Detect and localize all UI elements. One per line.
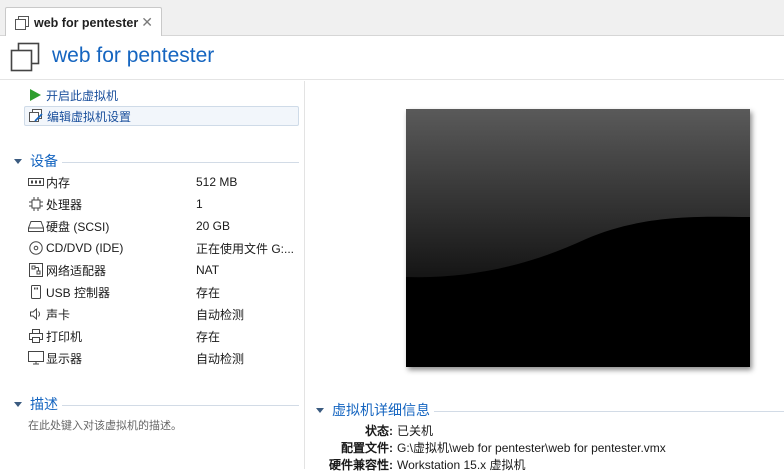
page-title: web for pentester: [52, 44, 215, 67]
device-name: USB 控制器: [46, 285, 111, 300]
detail-row-config-file: 配置文件: G:\虚拟机\web for pentester\web for p…: [306, 439, 784, 456]
device-name: 声卡: [46, 307, 71, 322]
section-divider: [62, 161, 299, 163]
vm-screen-thumbnail: [406, 109, 750, 367]
section-divider: [434, 410, 784, 412]
right-panel: 虚拟机详细信息 状态: 已关机 配置文件: G:\虚拟机\web for pen…: [306, 81, 784, 472]
tab-strip: web for pentester ✕: [0, 0, 784, 37]
power-on-label: 开启此虚拟机: [46, 88, 119, 103]
device-value: 存在: [196, 285, 221, 300]
device-value: 20 GB: [196, 219, 231, 233]
section-divider: [62, 404, 299, 406]
cd-dvd-icon: [28, 241, 44, 255]
display-icon: [28, 351, 44, 365]
tab-close-icon[interactable]: ✕: [141, 15, 153, 29]
device-row-sound-card[interactable]: 声卡 自动检测: [28, 303, 300, 325]
edit-vm-settings-link[interactable]: 编辑虚拟机设置: [24, 106, 299, 126]
device-value: 自动检测: [196, 351, 245, 366]
vm-large-icon: [10, 42, 40, 72]
printer-icon: [28, 329, 44, 343]
description-input[interactable]: 在此处键入对该虚拟机的描述。: [28, 417, 182, 433]
devices-section-title: 设备: [30, 153, 58, 169]
device-value: 512 MB: [196, 175, 238, 189]
detail-key: 配置文件:: [341, 441, 393, 455]
device-name: CD/DVD (IDE): [46, 241, 124, 255]
tab-web-for-pentester[interactable]: web for pentester ✕: [5, 7, 162, 37]
sound-icon: [28, 307, 44, 321]
play-icon: [30, 89, 41, 101]
detail-row-hardware-compat: 硬件兼容性: Workstation 15.x 虚拟机: [306, 456, 784, 473]
edit-settings-label: 编辑虚拟机设置: [47, 109, 132, 124]
edit-settings-icon: [29, 109, 43, 122]
vm-header: web for pentester: [0, 36, 784, 80]
usb-icon: [28, 285, 44, 299]
vm-details-title: 虚拟机详细信息: [332, 402, 430, 418]
device-row-usb-controller[interactable]: USB 控制器 存在: [28, 281, 300, 303]
description-section-header[interactable]: 描述: [14, 394, 299, 414]
collapse-arrow-icon: [316, 407, 324, 413]
left-panel: 开启此虚拟机 编辑虚拟机设置 设备 内存 512 MB 处理器 1 硬盘 (SC…: [0, 81, 305, 469]
device-row-hard-disk[interactable]: 硬盘 (SCSI) 20 GB: [28, 215, 300, 237]
cpu-icon: [28, 197, 44, 211]
tab-label: web for pentester: [34, 15, 139, 30]
device-name: 网络适配器: [46, 263, 107, 278]
device-row-memory[interactable]: 内存 512 MB: [28, 171, 300, 193]
vm-tab-icon: [15, 15, 29, 30]
detail-value: G:\虚拟机\web for pentester\web for pentest…: [397, 441, 666, 455]
hard-disk-icon: [28, 219, 44, 233]
device-row-cd-dvd[interactable]: CD/DVD (IDE) 正在使用文件 G:...: [28, 237, 300, 259]
device-name: 内存: [46, 175, 71, 190]
device-value: 1: [196, 197, 203, 211]
device-value: 存在: [196, 329, 221, 344]
detail-value: 已关机: [397, 424, 434, 438]
memory-icon: [28, 175, 44, 189]
device-row-processor[interactable]: 处理器 1: [28, 193, 300, 215]
vm-screen-preview[interactable]: [406, 109, 750, 367]
collapse-arrow-icon: [14, 158, 22, 164]
power-on-vm-link[interactable]: 开启此虚拟机: [24, 85, 299, 105]
collapse-arrow-icon: [14, 401, 22, 407]
device-list: 内存 512 MB 处理器 1 硬盘 (SCSI) 20 GB CD/DVD (…: [28, 171, 300, 369]
network-icon: [28, 263, 44, 277]
device-row-printer[interactable]: 打印机 存在: [28, 325, 300, 347]
vm-details-section-header[interactable]: 虚拟机详细信息: [316, 400, 784, 420]
device-name: 显示器: [46, 351, 83, 366]
detail-key: 硬件兼容性:: [329, 458, 393, 472]
device-value: 自动检测: [196, 307, 245, 322]
detail-value: Workstation 15.x 虚拟机: [397, 458, 526, 472]
devices-section-header[interactable]: 设备: [14, 151, 299, 171]
detail-row-status: 状态: 已关机: [306, 422, 784, 439]
device-row-display[interactable]: 显示器 自动检测: [28, 347, 300, 369]
description-section-title: 描述: [30, 396, 58, 412]
device-name: 打印机: [46, 329, 83, 344]
device-row-network-adapter[interactable]: 网络适配器 NAT: [28, 259, 300, 281]
detail-key: 状态:: [365, 424, 393, 438]
device-name: 处理器: [46, 197, 83, 212]
device-value: NAT: [196, 263, 220, 277]
device-name: 硬盘 (SCSI): [46, 219, 110, 234]
device-value: 正在使用文件 G:...: [196, 241, 295, 256]
